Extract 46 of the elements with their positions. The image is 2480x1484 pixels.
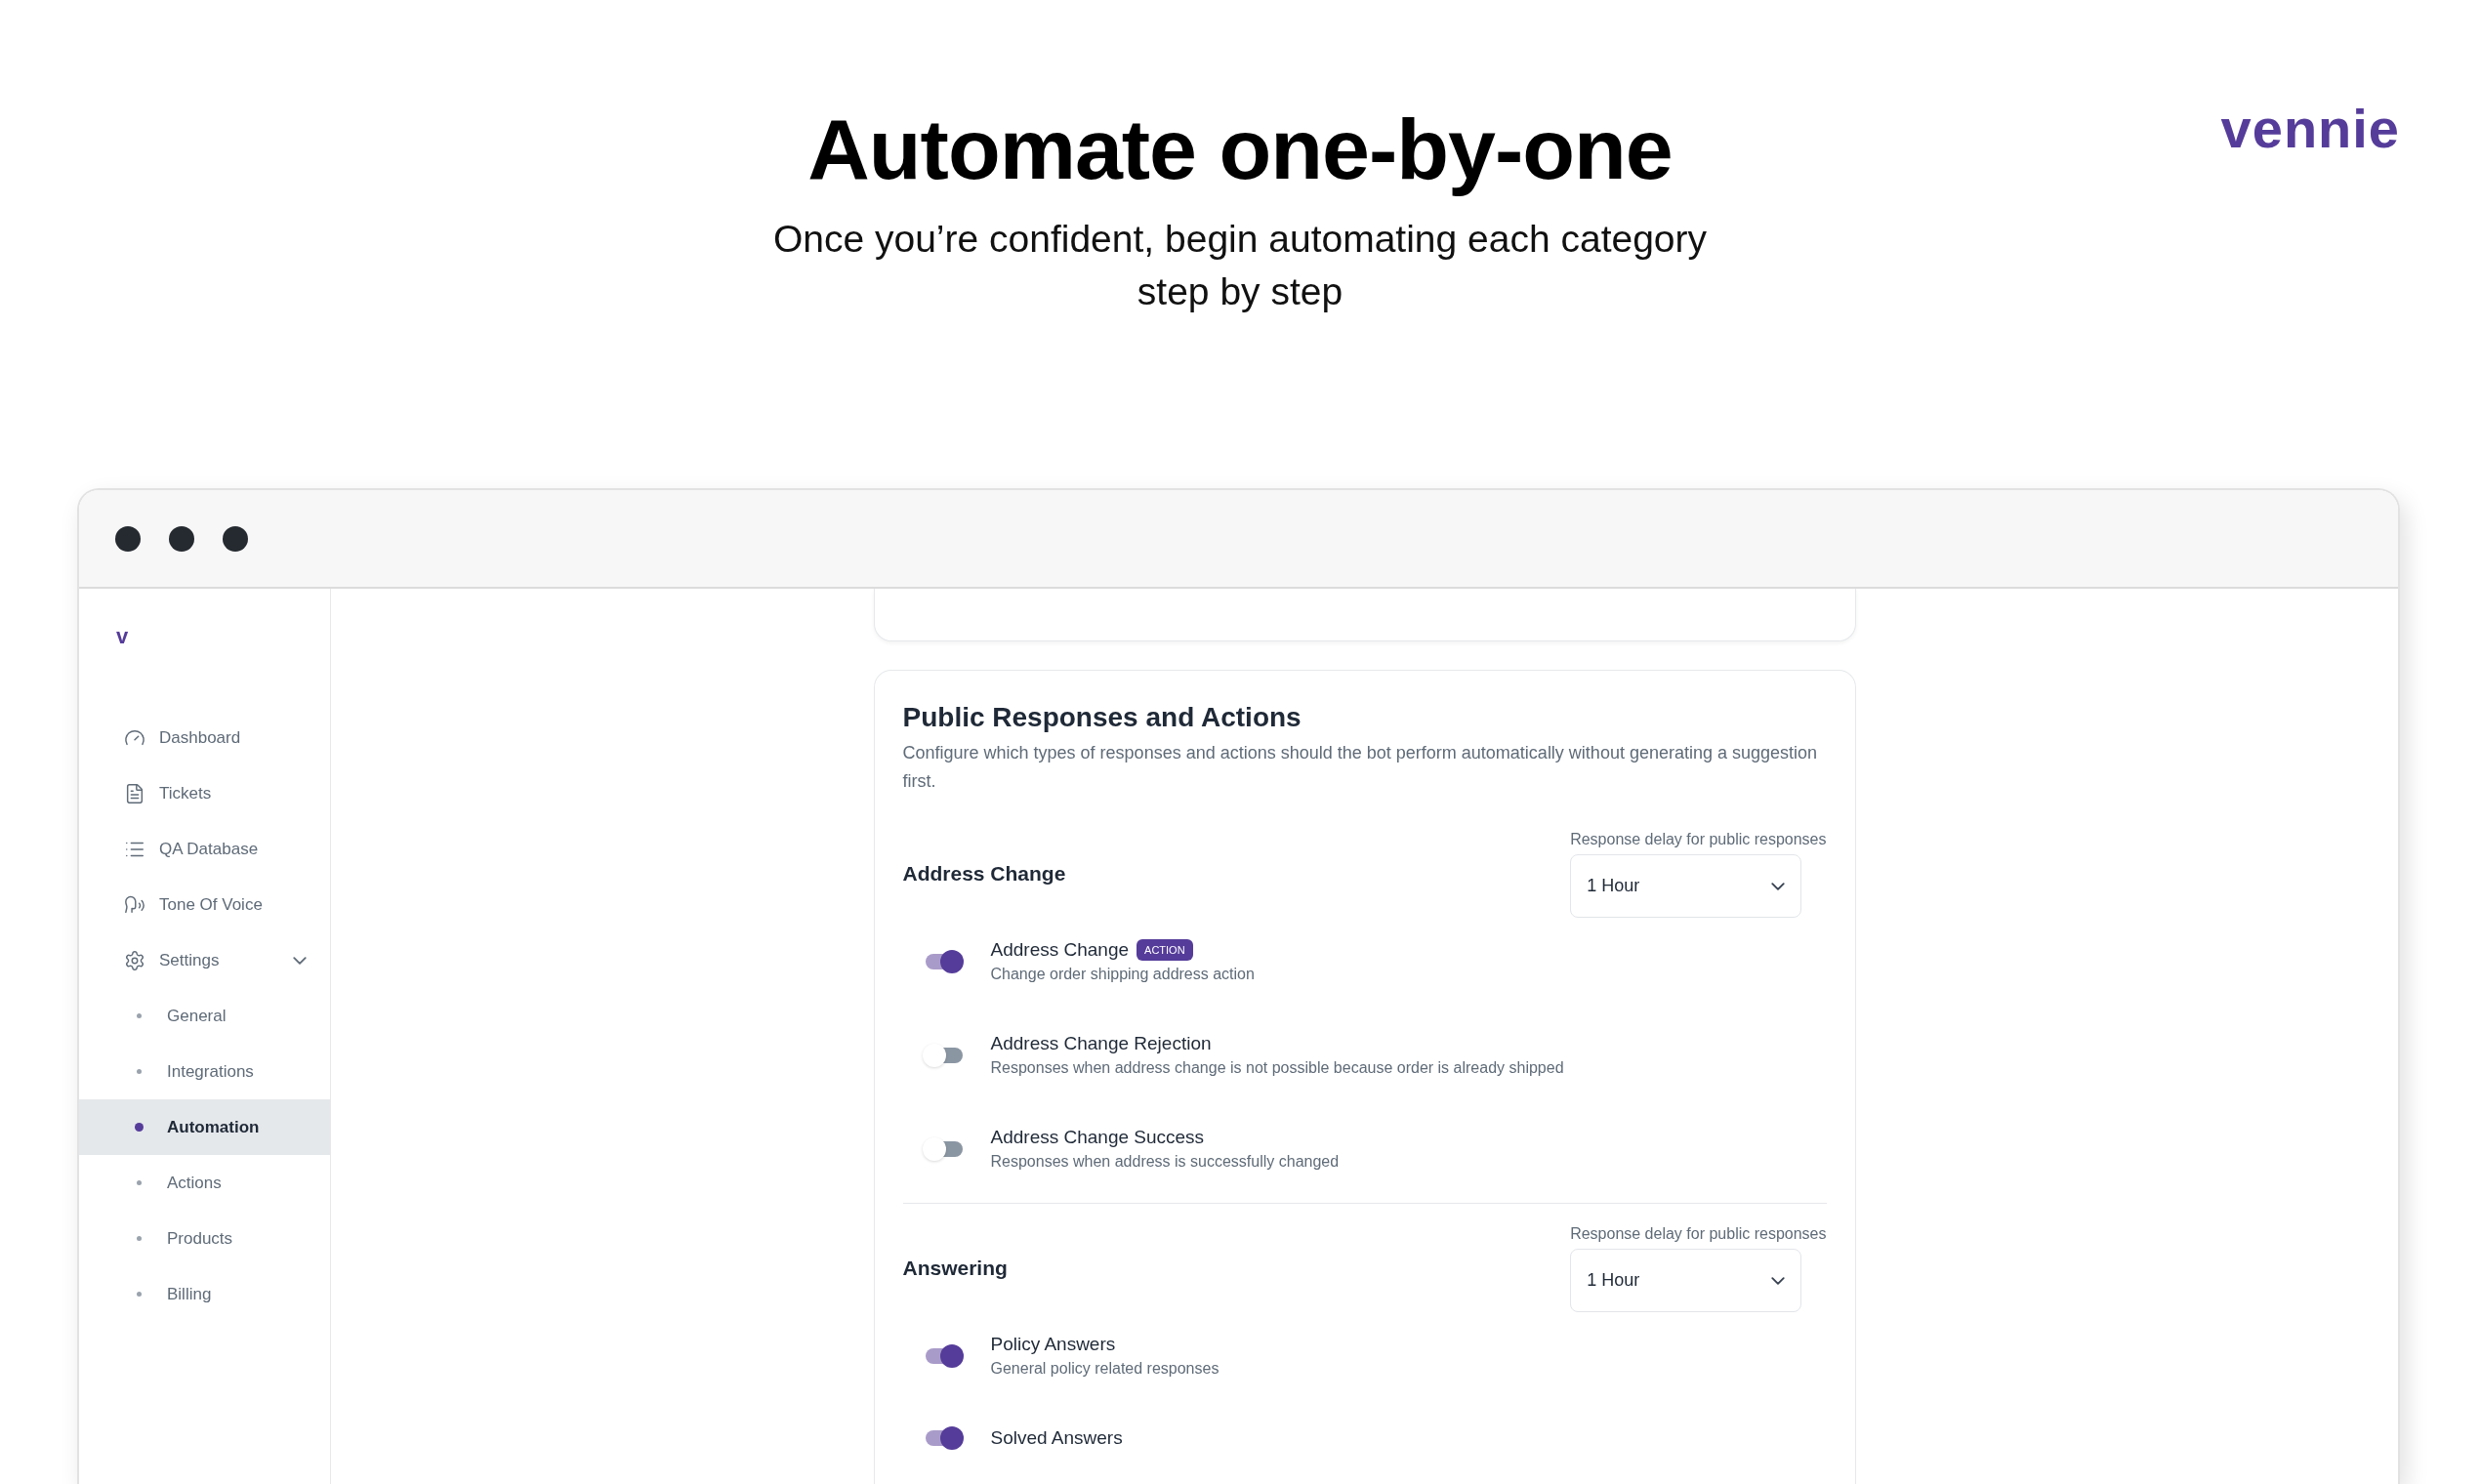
bullet-icon bbox=[137, 1069, 142, 1074]
toggle-switch[interactable] bbox=[922, 1043, 964, 1068]
field-label: Response delay for public responses bbox=[1570, 830, 1827, 849]
sidebar-item[interactable]: Integrations bbox=[79, 1044, 330, 1099]
card-title: Public Responses and Actions bbox=[902, 701, 1302, 734]
option-title: Address Change Rejection bbox=[990, 1032, 1212, 1055]
sidebar-item[interactable]: Automation bbox=[79, 1099, 330, 1155]
bullet-icon bbox=[137, 1236, 142, 1241]
option-title: Address Change Success bbox=[990, 1126, 1205, 1149]
option-description: Responses when address change is not possible because order is already shipped bbox=[990, 1058, 1564, 1078]
option-description: General policy related responses bbox=[990, 1359, 1219, 1379]
option-title: Solved Answers bbox=[990, 1426, 1123, 1450]
sidebar-item[interactable]: Tickets bbox=[79, 765, 330, 821]
sidebar-item[interactable]: Settings bbox=[79, 932, 330, 988]
option-description: Change order shipping address action bbox=[990, 965, 1255, 984]
delay-select[interactable]: 1 Hour bbox=[1570, 854, 1802, 918]
bullet-icon bbox=[137, 1292, 142, 1297]
sidebar-logo: v bbox=[116, 624, 130, 649]
toggle-switch[interactable] bbox=[922, 1136, 964, 1162]
sidebar-item[interactable]: Actions bbox=[79, 1155, 330, 1211]
bullet-icon bbox=[135, 1123, 144, 1132]
option-title: Policy Answers bbox=[990, 1333, 1116, 1356]
option-description: Responses when address is successfully changed bbox=[990, 1152, 1340, 1172]
sidebar-item[interactable]: General bbox=[79, 988, 330, 1044]
section-title: Address Change bbox=[902, 860, 1066, 886]
bullet-icon bbox=[137, 1180, 142, 1185]
option-title: Address Change bbox=[990, 938, 1130, 962]
sidebar-item[interactable]: Products bbox=[79, 1211, 330, 1266]
section-title: Answering bbox=[902, 1255, 1008, 1281]
bullet-icon bbox=[137, 1013, 142, 1018]
document-icon bbox=[124, 782, 145, 804]
delay-select[interactable]: 1 Hour bbox=[1570, 1249, 1802, 1312]
hero-subtitle: Once you’re confident, begin automating each category step by step bbox=[771, 217, 1709, 314]
settings-icon bbox=[124, 949, 145, 971]
action-badge: ACTION bbox=[1137, 939, 1193, 961]
sidebar-item[interactable]: Dashboard bbox=[79, 710, 330, 765]
sidebar-item[interactable]: QA Database bbox=[79, 821, 330, 877]
card-description: Configure which types of responses and actions should the bot perform automatically without generating a suggestion first. bbox=[902, 742, 1819, 793]
speaking-person-icon bbox=[124, 893, 145, 916]
hero-title: Automate one-by-one bbox=[807, 100, 1673, 199]
chevron-icon bbox=[1771, 882, 1786, 890]
field-label: Response delay for public responses bbox=[1570, 1224, 1827, 1244]
sidebar-item[interactable]: Tone Of Voice bbox=[79, 877, 330, 932]
chevron-icon bbox=[1771, 1276, 1786, 1285]
sidebar-item[interactable]: Billing bbox=[79, 1266, 330, 1322]
brand-logo: vennie bbox=[2220, 97, 2400, 161]
